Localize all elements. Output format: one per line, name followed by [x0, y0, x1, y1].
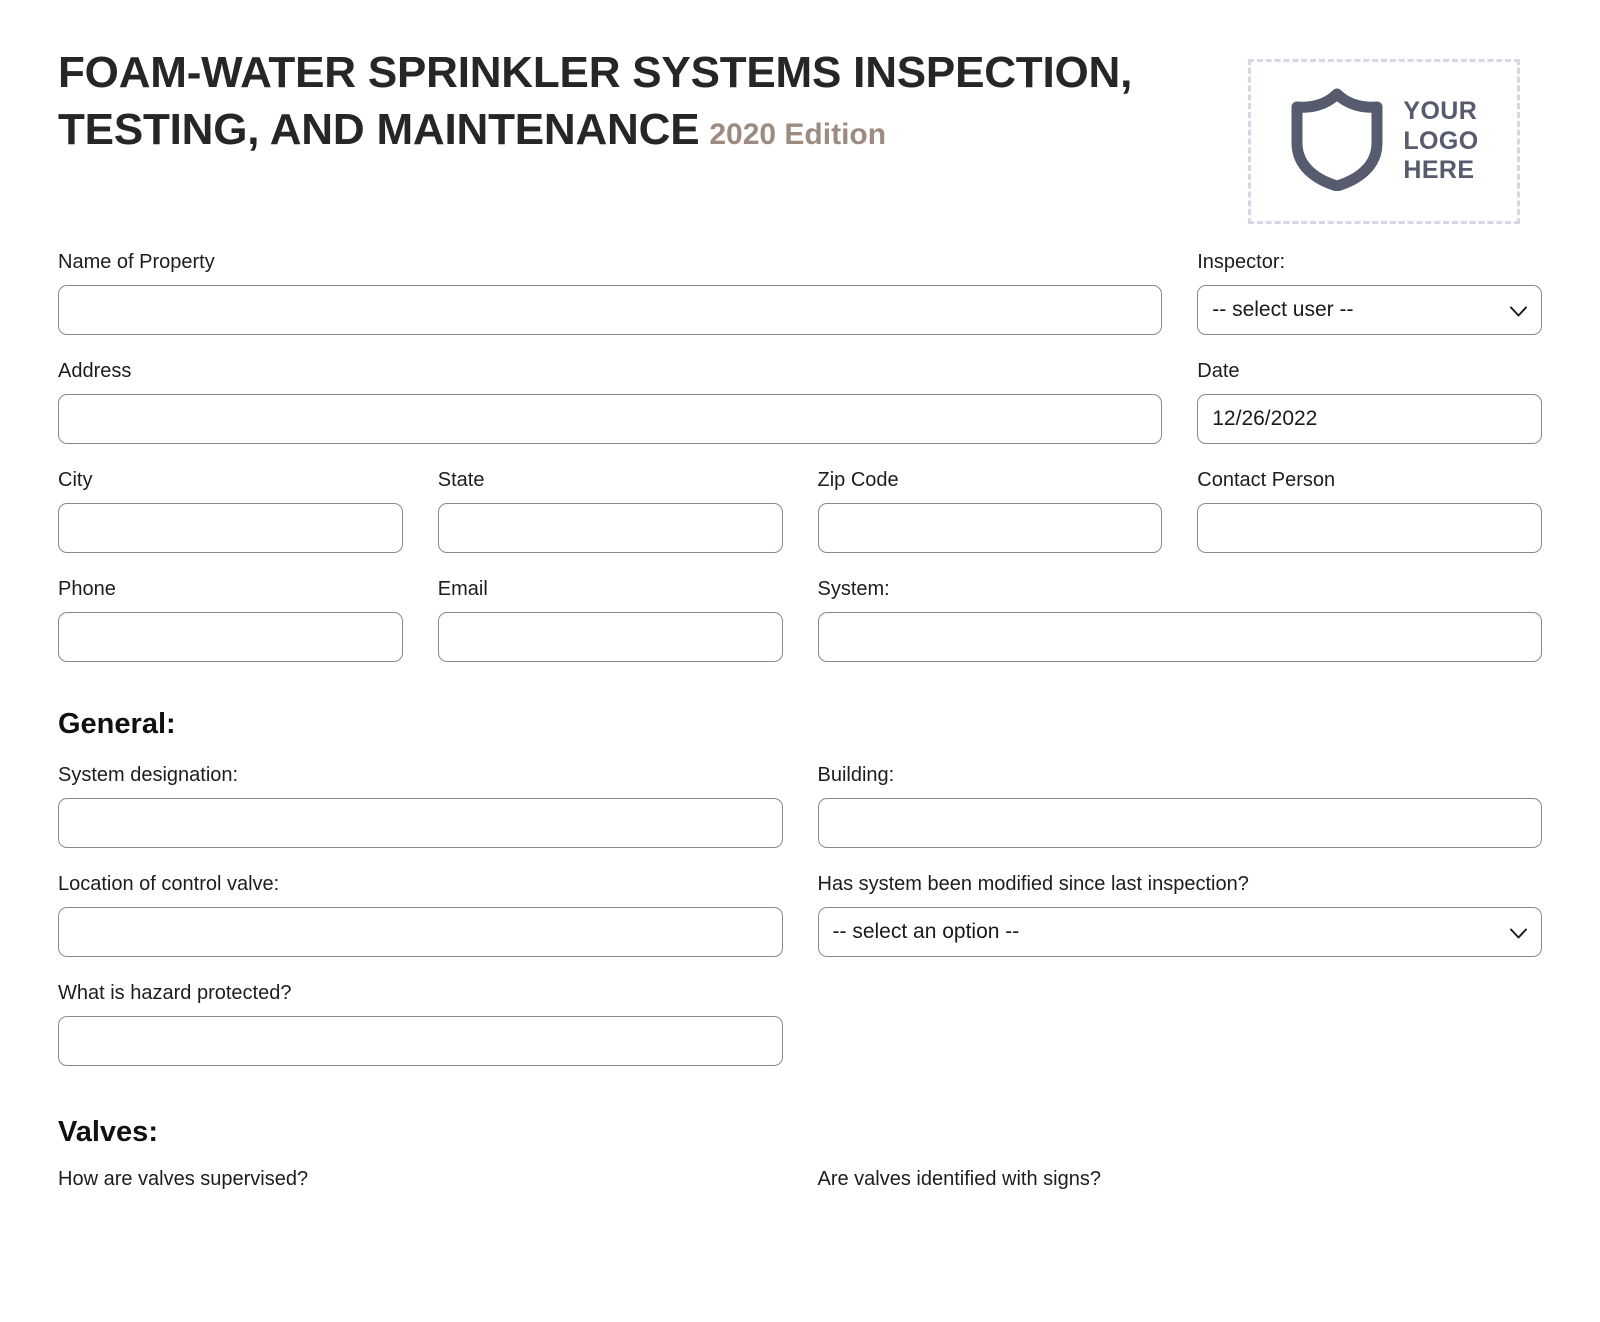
page-title: FOAM-WATER SPRINKLER SYSTEMS INSPECTION,… — [58, 48, 1133, 155]
field-state: State — [437, 468, 783, 553]
label-system: System: — [817, 578, 890, 600]
label-location-of-control-valve: Location of control valve: — [58, 873, 280, 895]
label-hazard-protected: What is hazard protected? — [58, 982, 292, 1004]
page-header: FOAM-WATER SPRINKLER SYSTEMS INSPECTION,… — [58, 0, 1542, 224]
logo-placeholder: YOUR LOGO HERE — [1248, 59, 1520, 224]
label-address: Address — [58, 360, 132, 382]
system-designation-input[interactable] — [58, 798, 783, 848]
field-valves-identified-with-signs: Are valves identified with signs? — [818, 1167, 1543, 1202]
field-modified-since-last-inspection: Has system been modified since last insp… — [817, 872, 1542, 957]
phone-input[interactable] — [58, 612, 403, 662]
field-city: City — [58, 468, 403, 553]
field-building: Building: — [817, 763, 1542, 848]
field-date: Date — [1197, 359, 1542, 444]
field-system: System: — [817, 577, 1542, 662]
title-block: FOAM-WATER SPRINKLER SYSTEMS INSPECTION,… — [58, 44, 1178, 158]
section-heading-valves: Valves: — [58, 1116, 158, 1148]
general-grid: System designation: Building: Location o… — [58, 763, 1542, 1090]
logo-text-line3: HERE — [1403, 156, 1475, 185]
field-how-valves-supervised: How are valves supervised? — [58, 1167, 783, 1202]
address-input[interactable] — [58, 394, 1163, 444]
label-phone: Phone — [58, 578, 116, 600]
field-hazard-protected: What is hazard protected? — [58, 981, 783, 1066]
label-inspector: Inspector: — [1197, 251, 1286, 273]
label-state: State — [437, 469, 485, 491]
contact-person-input[interactable] — [1197, 503, 1542, 553]
field-inspector: Inspector: -- select user -- — [1197, 250, 1542, 335]
field-email: Email — [437, 577, 783, 662]
system-input[interactable] — [817, 612, 1542, 662]
inspector-select-wrap: -- select user -- — [1197, 285, 1542, 335]
name-of-property-input[interactable] — [58, 285, 1163, 335]
building-input[interactable] — [817, 798, 1542, 848]
label-valves-identified-with-signs: Are valves identified with signs? — [817, 1168, 1101, 1190]
shield-icon — [1289, 87, 1385, 196]
edition-label: 2020 Edition — [709, 118, 887, 152]
section-heading-general: General: — [58, 708, 176, 740]
logo-text: YOUR LOGO HERE — [1403, 97, 1478, 186]
label-zip-code: Zip Code — [817, 469, 899, 491]
field-zip-code: Zip Code — [817, 468, 1163, 553]
zip-code-input[interactable] — [817, 503, 1163, 553]
field-name-of-property: Name of Property — [58, 250, 1163, 335]
label-system-designation: System designation: — [58, 764, 239, 786]
label-date: Date — [1197, 360, 1240, 382]
label-email: Email — [437, 578, 488, 600]
label-city: City — [58, 469, 93, 491]
label-modified-since-last-inspection: Has system been modified since last insp… — [817, 873, 1249, 895]
label-name-of-property: Name of Property — [58, 251, 215, 273]
inspection-form-page: FOAM-WATER SPRINKLER SYSTEMS INSPECTION,… — [0, 0, 1600, 1226]
modified-since-last-inspection-select[interactable]: -- select an option -- — [817, 907, 1542, 957]
logo-text-line1: YOUR — [1403, 97, 1478, 126]
field-contact-person: Contact Person — [1197, 468, 1542, 553]
field-address: Address — [58, 359, 1163, 444]
city-input[interactable] — [58, 503, 403, 553]
state-input[interactable] — [437, 503, 783, 553]
label-building: Building: — [817, 764, 895, 786]
label-how-valves-supervised: How are valves supervised? — [58, 1168, 309, 1190]
field-location-of-control-valve: Location of control valve: — [58, 872, 783, 957]
hazard-protected-input[interactable] — [58, 1016, 783, 1066]
inspector-select[interactable]: -- select user -- — [1197, 285, 1542, 335]
field-system-designation: System designation: — [58, 763, 783, 848]
valves-grid: How are valves supervised? Are valves id… — [58, 1167, 1542, 1226]
property-info-grid: Name of Property Inspector: -- select us… — [58, 250, 1542, 686]
field-phone: Phone — [58, 577, 403, 662]
label-contact-person: Contact Person — [1197, 469, 1336, 491]
modified-select-wrap: -- select an option -- — [817, 907, 1542, 957]
location-of-control-valve-input[interactable] — [58, 907, 783, 957]
date-input[interactable] — [1197, 394, 1542, 444]
email-input[interactable] — [437, 612, 783, 662]
logo-text-line2: LOGO — [1403, 126, 1479, 155]
